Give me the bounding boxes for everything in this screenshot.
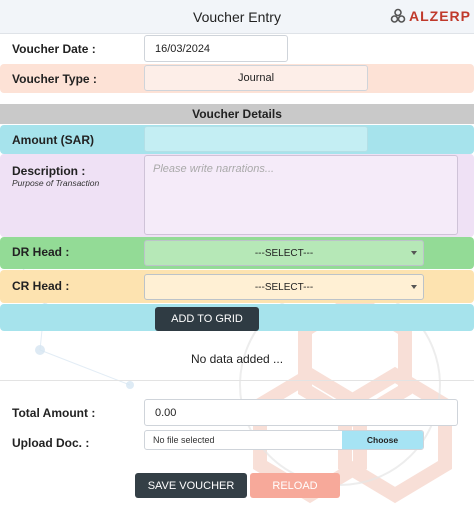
voucher-details-bar: Voucher Details	[0, 104, 474, 124]
section-divider	[0, 380, 474, 381]
description-placeholder: Please write narrations...	[153, 163, 275, 175]
chevron-down-icon	[411, 285, 417, 289]
amount-label: Amount (SAR)	[12, 133, 94, 147]
dr-head-label: DR Head :	[12, 245, 70, 259]
total-amount-input[interactable]: 0.00	[144, 399, 458, 426]
upload-file-input[interactable]: No file selected Choose	[144, 430, 424, 450]
amount-input[interactable]	[144, 126, 368, 152]
chevron-down-icon	[411, 251, 417, 255]
voucher-type-label: Voucher Type :	[12, 72, 97, 86]
cr-head-row: CR Head : ---SELECT---	[0, 270, 474, 303]
total-amount-label: Total Amount :	[12, 406, 96, 420]
description-row: Description : Purpose of Transaction Ple…	[0, 154, 474, 237]
file-status-text: No file selected	[153, 435, 215, 445]
description-sublabel: Purpose of Transaction	[12, 178, 100, 188]
save-voucher-button[interactable]: SAVE VOUCHER	[135, 473, 247, 498]
alzerp-logo: ALZERP	[390, 8, 471, 24]
voucher-date-row: Voucher Date : 16/03/2024	[0, 34, 474, 64]
voucher-type-select[interactable]: Journal	[144, 65, 368, 91]
choose-file-button[interactable]: Choose	[342, 431, 423, 449]
logo-hex-icon	[390, 8, 406, 23]
logo-text: ALZERP	[409, 8, 471, 24]
upload-doc-label: Upload Doc. :	[12, 436, 90, 450]
voucher-date-input[interactable]: 16/03/2024	[144, 35, 288, 62]
add-to-grid-button[interactable]: ADD TO GRID	[155, 307, 259, 331]
page-header: Voucher Entry ALZERP	[0, 0, 474, 34]
cr-head-select[interactable]: ---SELECT---	[144, 274, 424, 300]
description-textarea[interactable]: Please write narrations...	[144, 155, 458, 235]
amount-row: Amount (SAR)	[0, 125, 474, 154]
voucher-type-row: Voucher Type : Journal	[0, 64, 474, 93]
cr-head-label: CR Head :	[12, 279, 70, 293]
dr-head-select[interactable]: ---SELECT---	[144, 240, 424, 266]
description-label: Description :	[12, 164, 86, 178]
grid-empty-message: No data added ...	[190, 352, 284, 366]
dr-head-row: DR Head : ---SELECT---	[0, 237, 474, 269]
cr-head-selected: ---SELECT---	[254, 281, 314, 293]
reload-button[interactable]: RELOAD	[250, 473, 340, 498]
voucher-details-title: Voucher Details	[192, 107, 282, 121]
voucher-entry-page: Voucher Entry ALZERP Voucher Date : 16/0…	[0, 0, 474, 505]
dr-head-selected: ---SELECT---	[254, 247, 314, 259]
voucher-date-label: Voucher Date :	[12, 42, 96, 56]
